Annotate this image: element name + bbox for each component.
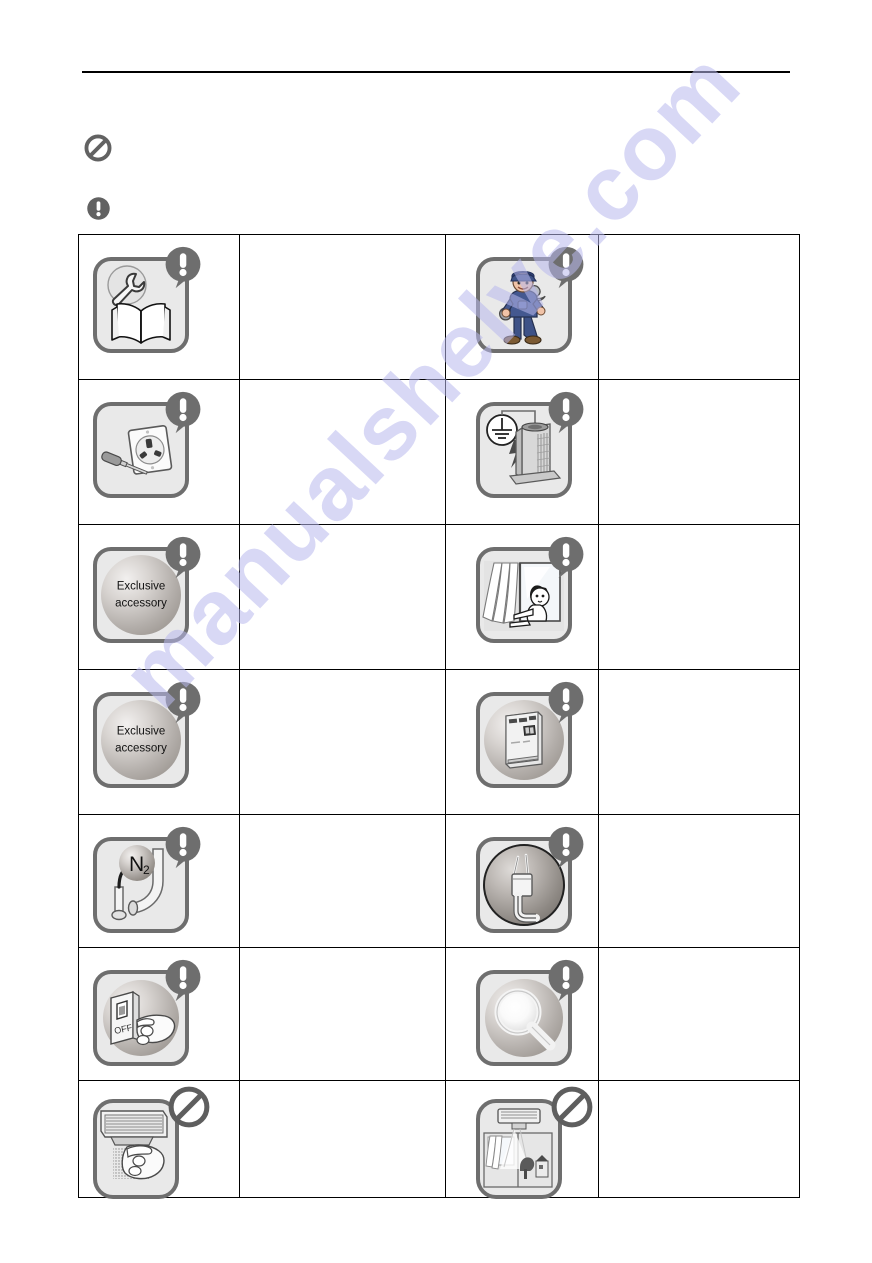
accessory-label: Exclusive accessory [101,723,181,756]
description-cell [598,379,800,525]
prohibition-badge [167,1085,211,1129]
svg-text:N: N [129,853,144,876]
exclamation-badge [161,245,205,289]
accessory-label-line2: accessory [115,742,167,754]
table-row [78,234,800,380]
table-row: N 2 [78,814,800,948]
symbol-cell-exclusive-accessory: Exclusive accessory [78,524,240,670]
exclamation-badge [161,535,205,579]
accessory-label: Exclusive accessory [101,578,181,611]
exclusive-accessory-icon: Exclusive accessory [93,536,201,649]
prohibition-icon [84,134,112,162]
description-cell [239,234,446,380]
accessory-label-line1: Exclusive [116,580,166,593]
description-text [240,1081,445,1093]
symbol-cell-nitrogen-purge: N 2 [78,814,240,948]
table-row: Exclusive accessory [78,524,800,670]
symbol-cell-exclusive-accessory: Exclusive accessory [78,669,240,815]
exclamation-badge [544,245,588,289]
description-text [599,1081,799,1093]
description-text [599,815,799,827]
pipe-connection-icon [476,826,584,939]
symbol-cell-grounding-outdoor-unit [445,379,599,525]
symbol-cell-service-technician [445,234,599,380]
symbol-cell-outlet-screwdriver [78,379,240,525]
symbol-cell-control-box [445,669,599,815]
table-row [78,1080,800,1199]
control-box-icon [476,681,584,794]
description-cell [239,669,446,815]
description-text [240,380,445,392]
safety-symbol-table: Exclusive accessory Exclusive accessory … [78,234,800,1199]
description-text [240,815,445,827]
description-text [599,525,799,537]
symbol-cell-ventilation-window [445,524,599,670]
description-cell [598,814,800,948]
inspection-magnifier-icon [476,959,584,1072]
description-cell [239,524,446,670]
description-cell [239,947,446,1081]
symbol-cell-manual-with-wrench [78,234,240,380]
no-hand-in-air-outlet-icon [93,1086,210,1205]
description-cell [598,524,800,670]
nitrogen-purge-icon: N 2 [93,826,201,939]
description-cell [239,379,446,525]
exclamation-badge [544,958,588,1002]
description-cell [239,1080,446,1198]
description-cell [598,234,800,380]
description-text [240,948,445,960]
exclamation-badge [161,958,205,1002]
symbol-cell-power-switch-off: OFF [78,947,240,1081]
exclamation-badge [161,680,205,724]
description-text [599,380,799,392]
service-technician-icon [476,246,584,359]
exclusive-accessory-icon: Exclusive accessory [93,681,201,794]
exclamation-badge [544,535,588,579]
symbol-cell-inspection-magnifier [445,947,599,1081]
description-cell [239,814,446,948]
exclamation-badge [544,825,588,869]
power-switch-off-icon: OFF [93,959,201,1072]
exclamation-badge [161,390,205,434]
manual-with-wrench-icon [93,246,201,359]
description-text [599,948,799,960]
accessory-label-line1: Exclusive [116,725,166,738]
table-row: OFF [78,947,800,1081]
exclamation-circle-icon [86,196,111,221]
grounding-outdoor-unit-icon [476,391,584,504]
accessory-label-line2: accessory [115,597,167,609]
symbol-cell-no-direct-airflow [445,1080,599,1199]
description-text [599,670,799,682]
header-divider [82,71,790,73]
description-text [240,670,445,682]
symbol-cell-pipe-connection [445,814,599,948]
description-text [240,235,445,247]
table-row [78,379,800,525]
svg-text:2: 2 [143,863,150,877]
exclamation-badge [161,825,205,869]
description-cell [598,947,800,1081]
exclamation-badge [544,680,588,724]
symbol-cell-no-hand-in-air-outlet [78,1080,240,1199]
outlet-screwdriver-icon [93,391,201,504]
prohibition-badge [550,1085,594,1129]
description-text [599,235,799,247]
no-direct-airflow-icon [476,1086,593,1205]
table-row: Exclusive accessory [78,669,800,815]
description-cell [598,1080,800,1198]
ventilation-window-icon [476,536,584,649]
exclamation-badge [544,390,588,434]
description-text [240,525,445,537]
description-cell [598,669,800,815]
